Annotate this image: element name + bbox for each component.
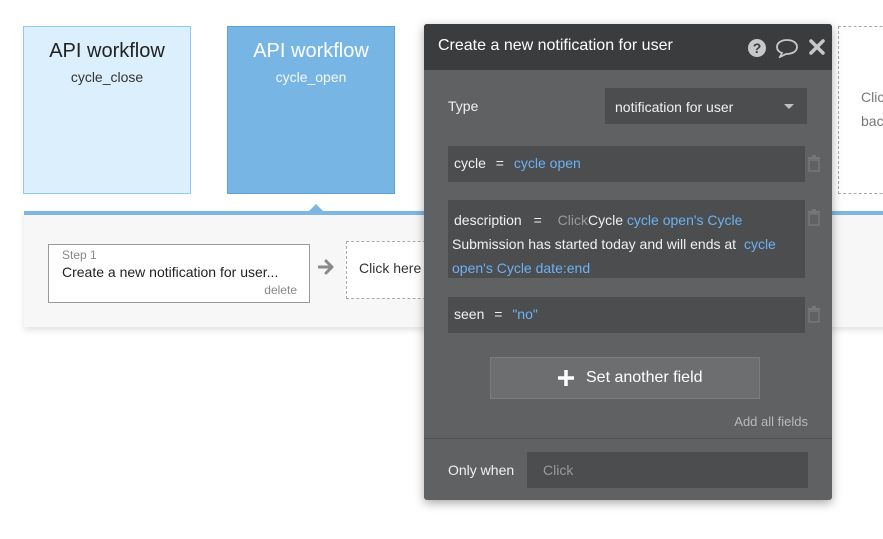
type-dropdown[interactable]: notification for user (605, 88, 807, 124)
type-label: Type (448, 98, 479, 114)
step-1-card[interactable]: Step 1 Create a new notification for use… (48, 244, 310, 303)
workflow-card-cycle-close[interactable]: API workflow cycle_close (23, 26, 191, 194)
trash-icon[interactable] (807, 306, 821, 323)
plus-icon (558, 370, 574, 386)
set-another-field-label: Set another field (586, 369, 703, 386)
field-value[interactable]: "no" (512, 306, 538, 322)
divider (424, 438, 832, 439)
panel-title: Create a new notification for user (438, 37, 673, 54)
field-name: description (454, 212, 522, 228)
comment-icon[interactable] (775, 38, 799, 58)
dynamic-expression[interactable]: cycle open's Cycle (627, 212, 743, 228)
workflow-name: cycle_close (70, 69, 144, 85)
step-title: Create a new notification for user... (62, 264, 279, 280)
panel-header: Create a new notification for user ? (424, 24, 832, 70)
add-all-fields-link[interactable]: Add all fields (734, 414, 808, 429)
add-step-label: Click here (359, 260, 422, 276)
field-name: cycle (454, 155, 486, 171)
trash-icon[interactable] (807, 155, 821, 172)
static-text: Cycle (588, 212, 624, 228)
step-label: Step 1 (62, 248, 97, 262)
workflow-type: API workflow (253, 40, 369, 62)
close-icon[interactable] (808, 38, 826, 56)
field-seen[interactable]: seen = "no" (448, 297, 805, 333)
new-workflow-hint: back (861, 113, 883, 129)
add-step-placeholder[interactable]: Click here (346, 241, 436, 299)
field-cycle[interactable]: cycle = cycle open (448, 146, 805, 182)
new-workflow-hint: Clic (861, 89, 883, 105)
static-text: Submission has started today and will en… (452, 236, 737, 252)
chevron-down-icon (784, 104, 794, 109)
type-selected-value: notification for user (615, 99, 734, 115)
only-when-label: Only when (448, 462, 515, 478)
new-workflow-card[interactable]: Clic back (838, 26, 883, 194)
trash-icon[interactable] (807, 209, 821, 226)
dynamic-expression[interactable]: cycle open (514, 155, 581, 171)
workflow-card-cycle-open[interactable]: API workflow cycle_open (227, 26, 395, 194)
arrow-right-icon (318, 259, 334, 275)
svg-text:?: ? (753, 40, 762, 56)
field-operator: = (533, 212, 542, 228)
click-hint[interactable]: Click (558, 212, 588, 228)
step-delete-link[interactable]: delete (264, 283, 297, 297)
field-operator: = (495, 155, 504, 171)
field-description[interactable]: description = ClickCycle cycle open's Cy… (448, 200, 805, 278)
workflow-type: API workflow (49, 40, 165, 62)
help-icon[interactable]: ? (747, 38, 767, 58)
only-when-placeholder: Click (543, 462, 574, 478)
field-name: seen (454, 306, 485, 322)
only-when-condition-input[interactable]: Click (527, 452, 808, 488)
field-operator: = (494, 306, 503, 322)
workflow-name: cycle_open (275, 69, 347, 85)
set-another-field-button[interactable]: Set another field (490, 357, 760, 399)
action-editor-panel: Create a new notification for user ? Typ… (424, 24, 832, 500)
